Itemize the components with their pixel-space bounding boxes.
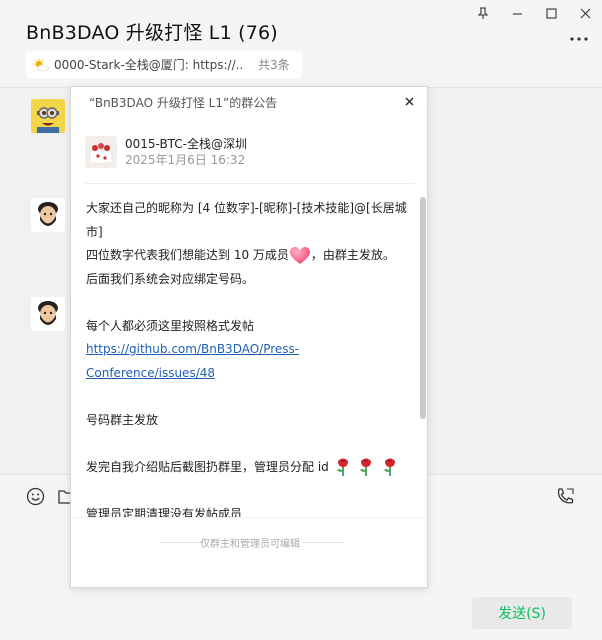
github-link[interactable]: https://github.com/BnB3DAO/Press- (86, 342, 299, 356)
cake-avatar-icon (85, 136, 117, 168)
divider (71, 517, 427, 518)
pinned-count: 共3条 (258, 58, 290, 72)
window-controls (466, 0, 602, 26)
github-link-continued[interactable]: Conference/issues/48 (86, 366, 215, 380)
rose-icon (336, 458, 348, 476)
rose-icon (384, 458, 396, 476)
announcement-line: 号码群主发放 (86, 412, 159, 427)
pin-icon (477, 6, 489, 19)
emoji-icon (26, 487, 45, 506)
minimize-icon (512, 12, 522, 15)
edit-permission-note: 仅群主和管理员可编辑 (200, 539, 300, 550)
announcement-date: 2025年1月6日 16:32 (125, 153, 246, 167)
phone-call-icon (557, 488, 574, 504)
bearded-man-avatar-icon (31, 297, 65, 331)
avatar[interactable] (31, 99, 65, 133)
close-icon (404, 96, 414, 106)
minimize-button[interactable] (500, 0, 534, 26)
announcement-title: “BnB3DAO 升级打怪 L1”的群公告 (89, 96, 278, 110)
announcement-line: 发完自我介绍贴后截图扔群里，管理员分配 id (86, 456, 411, 480)
announcement-line: 大家还自己的昵称为 [4 位数字]-[昵称]-[技术技能]@[长居城 (86, 201, 407, 215)
avatar[interactable] (31, 198, 65, 232)
weather-icon (33, 58, 49, 71)
announcement-line: 四位数字代表我们想能达到 10 万成员 ，由群主发放。 (86, 244, 411, 268)
maximize-button[interactable] (534, 0, 568, 26)
bearded-man-avatar-icon (31, 198, 65, 232)
close-button[interactable] (568, 0, 602, 26)
minion-avatar-icon (31, 99, 65, 133)
announcement-author: 0015-BTC-全栈@深圳 2025年1月6日 16:32 (85, 135, 247, 169)
send-button[interactable]: 发送(S) (472, 597, 572, 629)
announcement-close-button[interactable] (401, 93, 417, 109)
heart-icon (289, 246, 310, 264)
avatar[interactable] (31, 297, 65, 331)
pinned-message-banner[interactable]: 0000-Stark-全栈@厦门: https://... 共3条 (26, 51, 302, 78)
more-options-button[interactable] (566, 30, 592, 48)
voice-call-button[interactable] (556, 487, 575, 510)
rose-icon (360, 458, 372, 476)
emoji-button[interactable] (26, 487, 45, 510)
author-name: 0015-BTC-全栈@深圳 (125, 137, 248, 151)
group-announcement-popup: “BnB3DAO 升级打怪 L1”的群公告 0015-BTC-全栈@深圳 202… (70, 86, 428, 588)
chat-header: BnB3DAO 升级打怪 L1 (76) 0000-Stark-全栈@厦门: h… (0, 0, 602, 88)
author-avatar[interactable] (85, 136, 117, 168)
announcement-line: 市] (86, 224, 103, 239)
announcement-scrollbar[interactable] (420, 197, 426, 419)
close-icon (580, 8, 590, 18)
pinned-message-text: 0000-Stark-全栈@厦门: https://... (54, 58, 244, 72)
announcement-line: 管理员定期清理没有发帖成员 (86, 506, 243, 518)
window-title: BnB3DAO 升级打怪 L1 (76) (26, 22, 278, 44)
pin-button[interactable] (466, 0, 500, 26)
more-icon (570, 37, 588, 41)
announcement-line: 每个人都必须这里按照格式发帖 (86, 318, 255, 333)
maximize-icon (545, 7, 557, 19)
announcement-content: 大家还自己的昵称为 [4 位数字]-[昵称]-[技术技能]@[长居城 市] 四位… (86, 197, 411, 517)
announcement-line: 后面我们系统会对应绑定号码。 (86, 271, 255, 286)
divider (85, 183, 415, 184)
